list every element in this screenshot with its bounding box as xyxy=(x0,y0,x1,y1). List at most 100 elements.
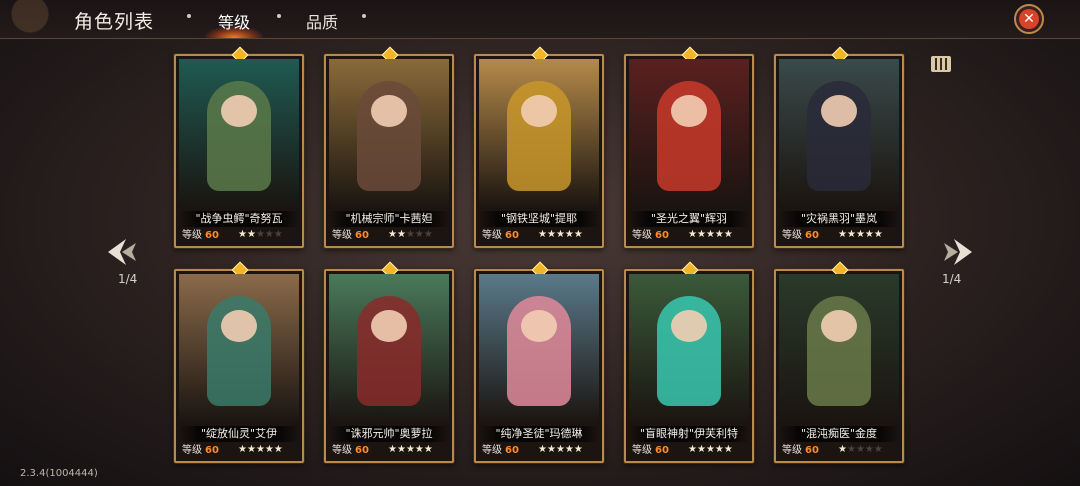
star-rating: ★★★★★ xyxy=(838,228,883,242)
star-icon: ★ xyxy=(688,229,697,240)
character-card[interactable]: "战争虫鳄"奇努瓦 等级 60 ★★★★★ xyxy=(174,46,304,248)
star-icon: ★ xyxy=(573,444,583,455)
star-icon: ★ xyxy=(696,444,706,455)
star-icon: ★ xyxy=(846,229,856,240)
star-icon: ★ xyxy=(546,229,556,240)
star-icon: ★ xyxy=(838,229,847,240)
star-icon: ★ xyxy=(388,229,397,240)
character-face xyxy=(671,310,707,342)
top-bar: 角色列表 等级 品质 ✕ xyxy=(0,0,1080,39)
prev-page-button[interactable] xyxy=(106,235,146,269)
star-rating: ★★★★★ xyxy=(238,228,283,242)
character-face xyxy=(221,95,257,127)
level-row: 等级 60 xyxy=(482,444,519,458)
star-icon: ★ xyxy=(538,229,547,240)
star-rating: ★★★★★ xyxy=(688,443,733,457)
level-value: 60 xyxy=(505,230,519,241)
character-face xyxy=(371,95,407,127)
level-label: 等级 xyxy=(482,445,502,456)
star-icon: ★ xyxy=(564,444,574,455)
star-icon: ★ xyxy=(864,229,874,240)
level-value: 60 xyxy=(205,230,219,241)
tab-level[interactable]: 等级 xyxy=(218,9,250,33)
character-portrait xyxy=(779,59,899,209)
star-icon: ★ xyxy=(873,229,883,240)
next-page-button[interactable] xyxy=(934,235,974,269)
level-label: 等级 xyxy=(782,445,802,456)
level-row: 等级 60 xyxy=(782,229,819,243)
level-row: 等级 60 xyxy=(332,444,369,458)
star-icon: ★ xyxy=(273,229,283,240)
star-icon: ★ xyxy=(264,444,274,455)
star-icon: ★ xyxy=(246,229,256,240)
character-name: "灾祸黑羽"墨岚 xyxy=(779,211,899,227)
star-icon: ★ xyxy=(423,444,433,455)
star-icon: ★ xyxy=(538,444,547,455)
character-face xyxy=(521,310,557,342)
star-icon: ★ xyxy=(255,229,265,240)
level-value: 60 xyxy=(655,445,669,456)
arrow-left-icon xyxy=(108,239,136,265)
page-title: 角色列表 xyxy=(74,11,155,33)
star-icon: ★ xyxy=(688,444,697,455)
level-label: 等级 xyxy=(782,230,802,241)
character-card[interactable]: "圣光之翼"辉羽 等级 60 ★★★★★ xyxy=(624,46,754,248)
emblem-icon xyxy=(0,0,70,38)
character-card[interactable]: "绽放仙灵"艾伊 等级 60 ★★★★★ xyxy=(174,261,304,463)
character-portrait xyxy=(629,274,749,424)
star-icon: ★ xyxy=(405,229,415,240)
character-card[interactable]: "诛邪元帅"奥萝拉 等级 60 ★★★★★ xyxy=(324,261,454,463)
star-icon: ★ xyxy=(555,229,565,240)
star-icon: ★ xyxy=(714,444,724,455)
star-icon: ★ xyxy=(838,444,847,455)
star-icon: ★ xyxy=(414,229,424,240)
star-rating: ★★★★★ xyxy=(688,228,733,242)
character-card[interactable]: "机械宗师"卡茜妲 等级 60 ★★★★★ xyxy=(324,46,454,248)
star-icon: ★ xyxy=(246,444,256,455)
star-icon: ★ xyxy=(705,229,715,240)
level-row: 等级 60 xyxy=(632,444,669,458)
level-label: 等级 xyxy=(332,230,352,241)
character-card[interactable]: "纯净圣徒"玛德琳 等级 60 ★★★★★ xyxy=(474,261,604,463)
level-label: 等级 xyxy=(632,230,652,241)
version-label: 2.3.4(1004444) xyxy=(20,468,98,479)
level-row: 等级 60 xyxy=(332,229,369,243)
star-rating: ★★★★★ xyxy=(838,443,883,457)
list-view-button[interactable] xyxy=(930,54,952,74)
star-icon: ★ xyxy=(705,444,715,455)
star-icon: ★ xyxy=(414,444,424,455)
character-card[interactable]: "钢铁坚城"提耶 等级 60 ★★★★★ xyxy=(474,46,604,248)
star-icon: ★ xyxy=(855,229,865,240)
level-label: 等级 xyxy=(632,445,652,456)
list-icon xyxy=(931,56,951,72)
star-icon: ★ xyxy=(864,444,874,455)
level-label: 等级 xyxy=(482,230,502,241)
star-icon: ★ xyxy=(846,444,856,455)
star-rating: ★★★★★ xyxy=(538,443,583,457)
character-card[interactable]: "盲眼神射"伊芙利特 等级 60 ★★★★★ xyxy=(624,261,754,463)
arrow-right-icon xyxy=(944,239,972,265)
character-card[interactable]: "灾祸黑羽"墨岚 等级 60 ★★★★★ xyxy=(774,46,904,248)
level-value: 60 xyxy=(205,445,219,456)
character-face xyxy=(671,95,707,127)
tab-quality[interactable]: 品质 xyxy=(306,9,338,33)
character-name: "绽放仙灵"艾伊 xyxy=(179,426,299,442)
level-value: 60 xyxy=(805,230,819,241)
character-face xyxy=(371,310,407,342)
level-value: 60 xyxy=(355,445,369,456)
level-value: 60 xyxy=(355,230,369,241)
character-card[interactable]: "混沌痴医"金度 等级 60 ★★★★★ xyxy=(774,261,904,463)
character-name: "钢铁坚城"提耶 xyxy=(479,211,599,227)
level-value: 60 xyxy=(805,445,819,456)
star-icon: ★ xyxy=(238,229,247,240)
level-value: 60 xyxy=(655,230,669,241)
star-icon: ★ xyxy=(264,229,274,240)
tab-separator-dot xyxy=(277,14,281,18)
star-icon: ★ xyxy=(873,444,883,455)
character-portrait xyxy=(179,59,299,209)
character-portrait xyxy=(329,274,449,424)
level-label: 等级 xyxy=(332,445,352,456)
close-button[interactable]: ✕ xyxy=(1014,4,1044,34)
character-name: "纯净圣徒"玛德琳 xyxy=(479,426,599,442)
star-icon: ★ xyxy=(238,444,247,455)
